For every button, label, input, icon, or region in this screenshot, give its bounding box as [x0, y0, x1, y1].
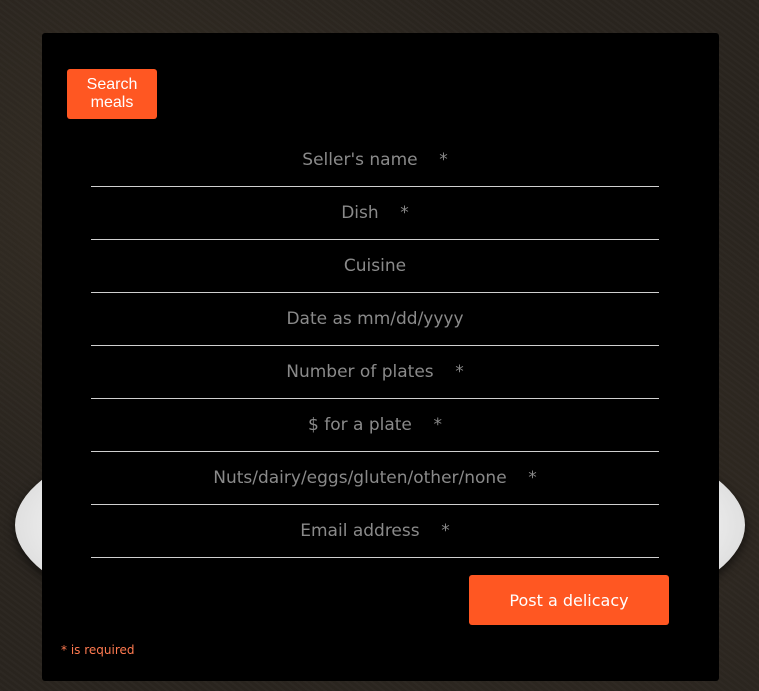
email-field [91, 505, 659, 558]
price-per-plate-input[interactable] [91, 399, 659, 451]
number-of-plates-field [91, 346, 659, 399]
dish-field [91, 187, 659, 240]
meal-form-panel: Search meals Post a delicacy * is requir… [42, 33, 719, 681]
seller-name-input[interactable] [91, 134, 659, 186]
cuisine-input[interactable] [91, 240, 659, 292]
cuisine-field [91, 240, 659, 293]
allergens-input[interactable] [91, 452, 659, 504]
date-field [91, 293, 659, 346]
post-meal-form [91, 134, 659, 558]
price-per-plate-field [91, 399, 659, 452]
required-note: * is required [61, 643, 135, 657]
email-input[interactable] [91, 505, 659, 557]
date-input[interactable] [91, 293, 659, 345]
seller-name-field [91, 134, 659, 187]
allergens-field [91, 452, 659, 505]
number-of-plates-input[interactable] [91, 346, 659, 398]
search-meals-button[interactable]: Search meals [67, 69, 157, 119]
dish-input[interactable] [91, 187, 659, 239]
post-delicacy-button[interactable]: Post a delicacy [469, 575, 669, 625]
